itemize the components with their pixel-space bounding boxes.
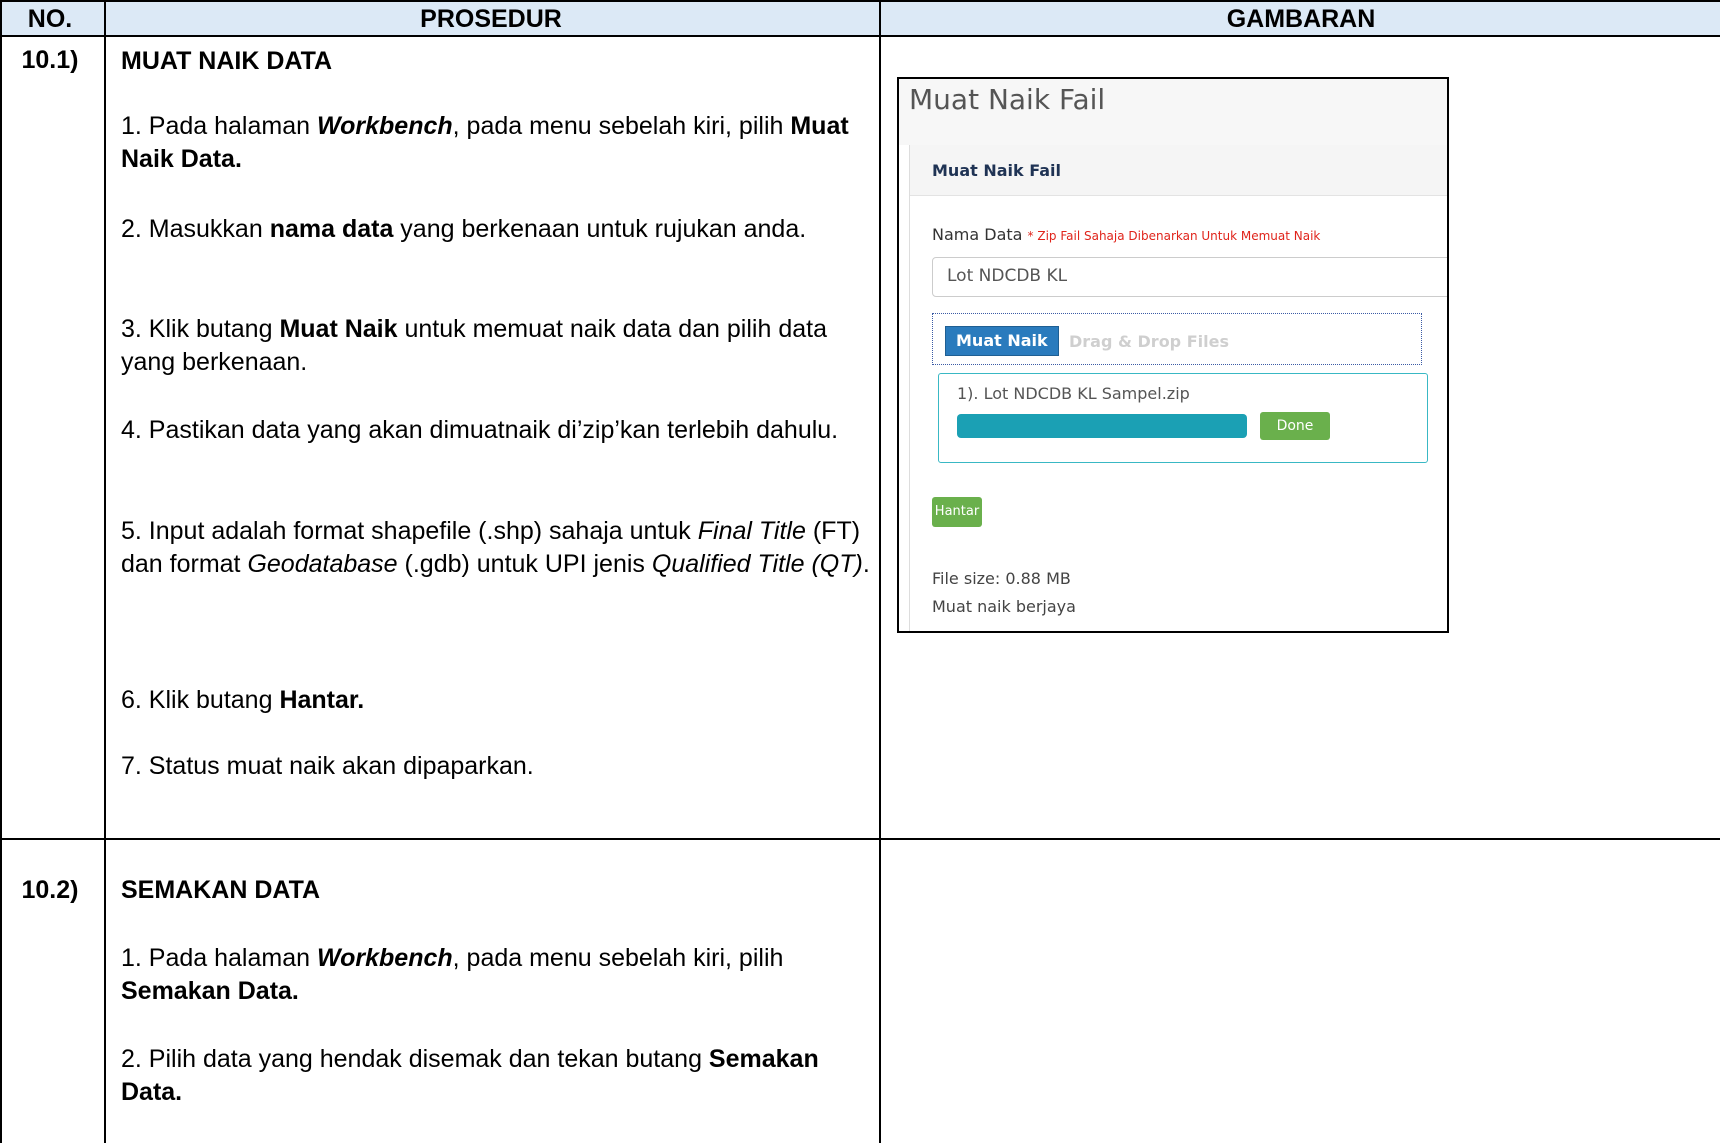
page-title: Muat Naik Fail <box>909 83 1106 116</box>
header-divider <box>0 35 1720 37</box>
panel-title: Muat Naik Fail <box>932 161 1061 180</box>
nama-data-label: Nama Data * Zip Fail Sahaja Dibenarkan U… <box>932 225 1321 244</box>
upload-status-text: Muat naik berjaya <box>932 597 1076 616</box>
muat-naik-button[interactable]: Muat Naik <box>945 326 1059 356</box>
upload-screenshot: Muat Naik Fail Muat Naik Fail Nama Data … <box>897 77 1449 633</box>
upload-panel: Muat Naik Fail Nama Data * Zip Fail Saha… <box>909 145 1447 631</box>
step-1-6: 6. Klik butang Hantar. <box>121 686 365 714</box>
table-border-left <box>0 0 2 1143</box>
table-border-top <box>0 0 1720 2</box>
section-number-2: 10.2) <box>21 876 79 904</box>
step-1-7: 7. Status muat naik akan dipaparkan. <box>121 752 534 780</box>
screenshot-header: Muat Naik Fail <box>899 79 1447 145</box>
section-title-2: SEMAKAN DATA <box>121 876 321 904</box>
step-1-5: 5. Input adalah format shapefile (.shp) … <box>121 517 870 578</box>
panel-header: Muat Naik Fail <box>910 145 1447 196</box>
column-divider-1 <box>104 0 106 1143</box>
step-1-4: 4. Pastikan data yang akan dimuatnaik di… <box>121 416 839 444</box>
step-2-2: 2. Pilih data yang hendak disemak dan te… <box>121 1045 819 1106</box>
done-button[interactable]: Done <box>1260 412 1330 440</box>
row-divider <box>0 838 1720 840</box>
uploaded-file-item: 1). Lot NDCDB KL Sampel.zip Done <box>938 373 1428 463</box>
hantar-button[interactable]: Hantar <box>932 497 982 527</box>
file-size-text: File size: 0.88 MB <box>932 569 1071 588</box>
progress-bar <box>957 414 1247 438</box>
step-1-3: 3. Klik butang Muat Naik untuk memuat na… <box>121 315 827 376</box>
procedure-table: NO. PROSEDUR GAMBARAN 10.1) MUAT NAIK DA… <box>0 0 1720 1143</box>
header-gambaran: GAMBARAN <box>1226 5 1376 33</box>
header-prosedur: PROSEDUR <box>420 5 562 33</box>
drop-zone[interactable]: Muat Naik Drag & Drop Files <box>932 313 1422 365</box>
required-note: * Zip Fail Sahaja Dibenarkan Untuk Memua… <box>1027 229 1321 243</box>
section-title-1: MUAT NAIK DATA <box>121 47 333 75</box>
drag-drop-label: Drag & Drop Files <box>1069 332 1229 351</box>
step-1-1: 1. Pada halaman Workbench, pada menu seb… <box>121 112 849 173</box>
file-name: 1). Lot NDCDB KL Sampel.zip <box>957 384 1190 403</box>
progress-fill <box>957 414 1247 438</box>
step-2-1: 1. Pada halaman Workbench, pada menu seb… <box>121 944 784 1005</box>
nama-data-input[interactable]: Lot NDCDB KL <box>932 257 1447 297</box>
step-1-2: 2. Masukkan nama data yang berkenaan unt… <box>121 215 807 243</box>
section-number-1: 10.1) <box>21 46 79 74</box>
header-no: NO. <box>27 5 73 33</box>
